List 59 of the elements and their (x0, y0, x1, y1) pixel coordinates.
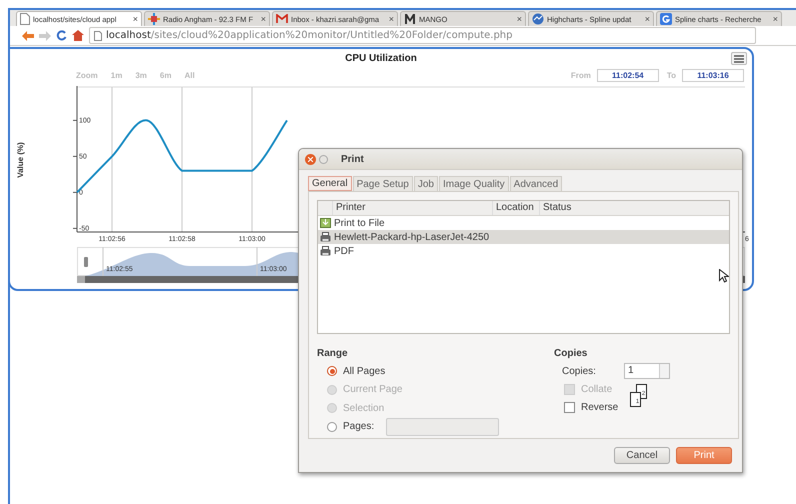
home-icon[interactable] (72, 30, 84, 41)
minimize-button[interactable] (319, 154, 328, 164)
copies-label: Copies: (562, 366, 597, 376)
dialog-tab[interactable]: Advanced (510, 176, 562, 191)
range-heading: Range (317, 348, 349, 361)
checkbox[interactable] (564, 402, 575, 412)
pages-field[interactable] (386, 418, 500, 436)
copies-spinner[interactable]: 1 (624, 363, 670, 379)
column-header[interactable]: Status (539, 201, 729, 215)
dialog-tab[interactable]: Page Setup (352, 176, 413, 191)
printer-row[interactable]: Hewlett-Packard-hp-LaserJet-4250 (318, 230, 729, 244)
close-button[interactable] (305, 154, 316, 164)
copies-heading: Copies (554, 348, 588, 361)
file-icon (320, 218, 330, 228)
radio-label: Current Page (343, 384, 402, 396)
close-icon[interactable]: × (516, 14, 522, 24)
close-icon[interactable]: × (772, 14, 778, 24)
printer-icon (320, 232, 330, 242)
axis-title: Value (%) (14, 130, 26, 190)
radio-button[interactable] (327, 422, 337, 432)
radio-label: Selection (343, 402, 384, 414)
chart-title: CPU Utilization (345, 52, 417, 64)
to-field[interactable]: 11:03:16 (682, 68, 744, 82)
printer-row[interactable]: Print to File (318, 216, 729, 230)
from-field[interactable]: 11:02:54 (596, 68, 659, 82)
printer-name: PDF (333, 246, 355, 256)
page-icon (94, 30, 102, 40)
reload-icon[interactable] (56, 30, 67, 41)
dialog-tab[interactable]: Image Quality (438, 176, 509, 191)
close-icon[interactable]: × (644, 14, 650, 24)
back-icon[interactable] (22, 30, 34, 40)
close-icon[interactable]: × (260, 14, 266, 24)
radio-label: Pages: (343, 421, 374, 432)
printer-row[interactable]: PDF (318, 244, 729, 258)
dialog-title: Print (341, 154, 364, 164)
menu-icon (734, 54, 744, 62)
dialog-tab[interactable]: General (308, 176, 352, 191)
address-bar[interactable]: localhost/sites/cloud%20application%20monitor/Untitled%20Folder/compute.php (89, 27, 756, 44)
checkbox-label: Collate (581, 384, 612, 394)
to-label: To (666, 70, 676, 80)
from-label: From (570, 70, 591, 80)
close-icon (308, 156, 313, 162)
menu-button[interactable] (731, 52, 747, 65)
m-logo-icon (404, 14, 416, 24)
printer-name: Hewlett-Packard-hp-LaserJet-4250 (333, 232, 490, 242)
zoom-label: Zoom (76, 70, 98, 80)
column-header[interactable]: Location (492, 201, 539, 215)
forward-icon[interactable] (39, 30, 51, 40)
close-icon[interactable]: × (132, 14, 138, 24)
printer-icon (320, 246, 330, 256)
mail-icon (276, 14, 288, 24)
radio-label: All Pages (343, 366, 386, 377)
column-header[interactable]: Printer (332, 201, 492, 215)
checkbox-label: Reverse (581, 402, 618, 412)
close-icon[interactable]: × (388, 14, 394, 24)
radio-button[interactable] (327, 366, 337, 376)
dialog-tab[interactable]: Job (414, 176, 438, 191)
printer-name: Print to File (333, 218, 386, 228)
cancel-button[interactable]: Cancel (614, 447, 670, 464)
